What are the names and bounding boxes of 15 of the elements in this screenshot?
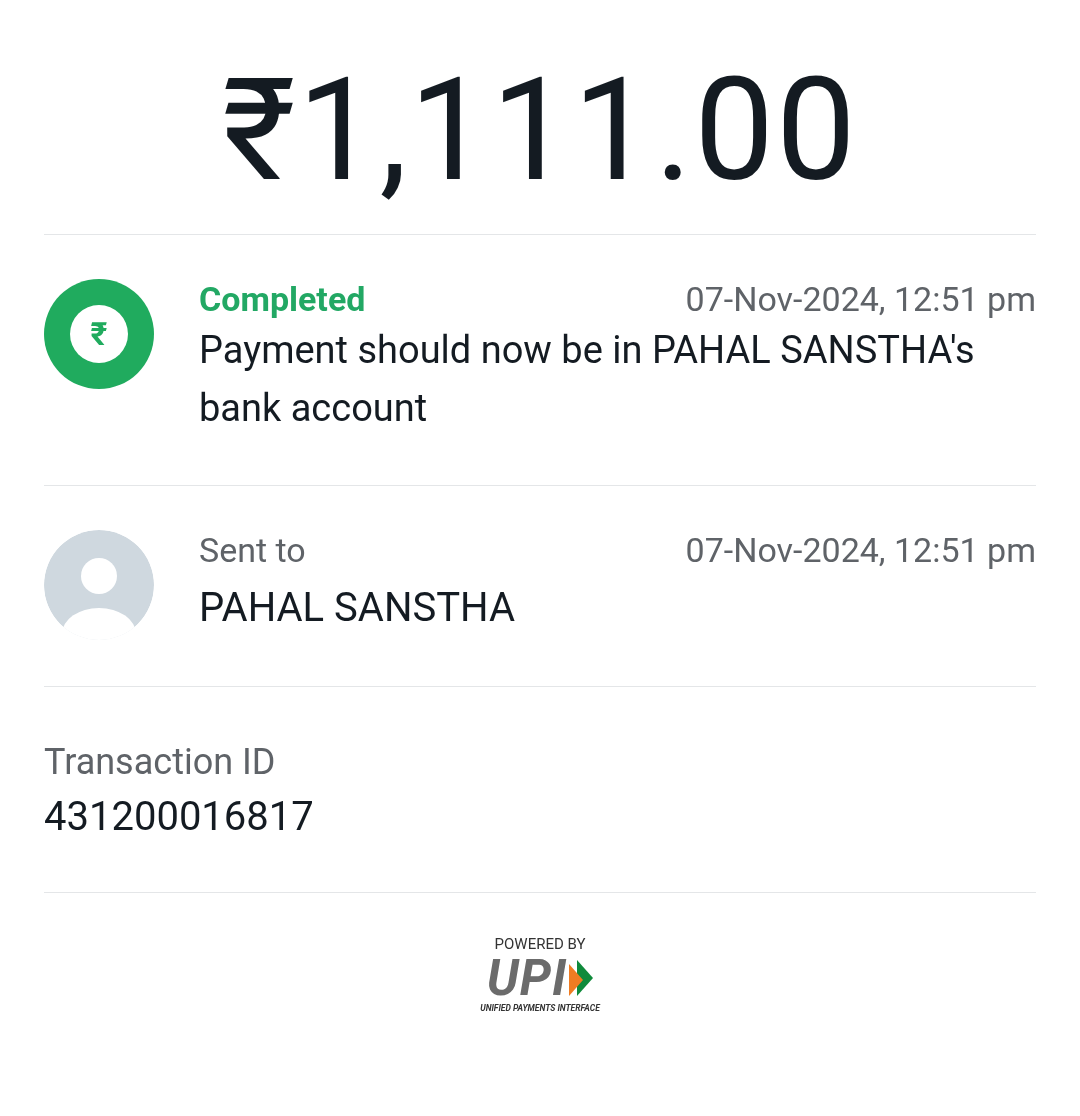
status-message: Payment should now be in PAHAL SANSTHA's bank account [199, 327, 976, 432]
upi-tagline: UNIFIED PAYMENTS INTERFACE [480, 1003, 600, 1013]
upi-logo: UPI [486, 953, 568, 1003]
arrows-icon [569, 960, 594, 996]
timestamp: 07-Nov-2024, 12:51 pm [685, 530, 1036, 570]
status-label: Completed [199, 279, 366, 319]
recipient-name: PAHAL SANSTHA [199, 584, 517, 631]
avatar-icon [44, 530, 154, 640]
transaction-id: 431200016817 [44, 793, 315, 840]
timestamp: 07-Nov-2024, 12:51 pm [685, 279, 1036, 319]
powered-by-text: POWERED BY [494, 935, 586, 953]
status-icon: ₹ [44, 279, 154, 389]
amount: ₹1,111.00 [221, 46, 859, 216]
sent-to-label: Sent to [199, 530, 306, 570]
transaction-id-label: Transaction ID [44, 741, 277, 783]
